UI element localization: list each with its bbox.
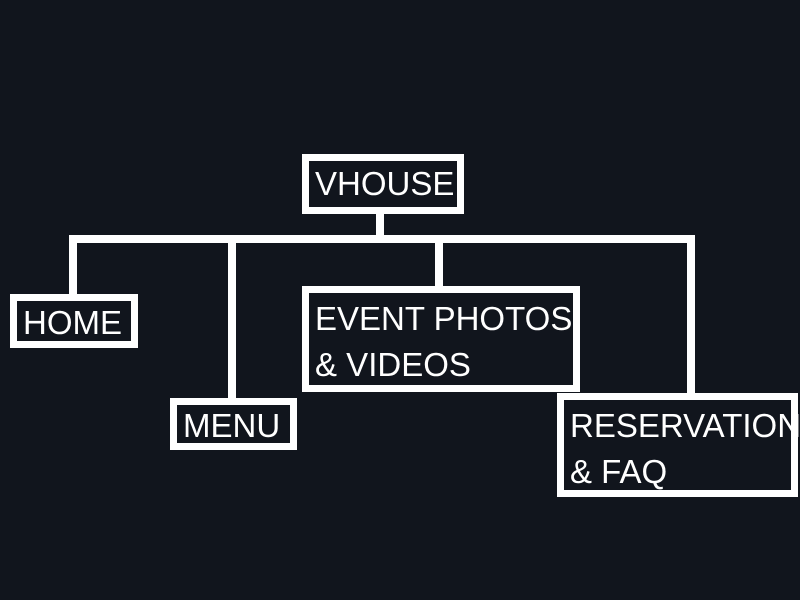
node-menu: MENU [170, 398, 297, 450]
node-event-label-line1: EVENT PHOTOS [315, 300, 573, 337]
root-node-vhouse: VHOUSE [302, 154, 464, 214]
node-reservation-label-line1: RESERVATION [570, 407, 800, 444]
node-event-label-line2: & VIDEOS [315, 346, 471, 383]
node-home-label: HOME [23, 304, 122, 341]
node-reservation-faq: RESERVATION & FAQ [557, 393, 800, 497]
node-menu-label: MENU [183, 407, 281, 444]
node-home: HOME [10, 294, 138, 348]
root-node-label: VHOUSE [315, 165, 455, 202]
node-reservation-label-line2: & FAQ [570, 453, 668, 490]
node-event-photos-videos: EVENT PHOTOS & VIDEOS [302, 286, 580, 392]
